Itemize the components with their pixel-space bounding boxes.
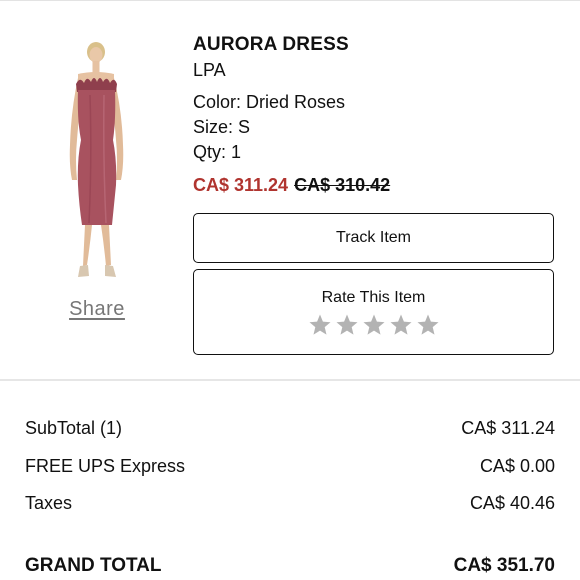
original-price: CA$ 310.42 [294,175,391,195]
summary-label: Taxes [25,493,73,513]
summary-row-taxes: Taxes CA$ 40.46 [25,490,555,528]
share-link[interactable]: Share [62,298,132,321]
order-summary: SubTotal (1) CA$ 311.24 FREE UPS Express… [25,415,555,528]
star-icon[interactable] [362,313,386,337]
summary-value: CA$ 40.46 [469,493,555,513]
star-icon[interactable] [416,313,440,337]
grand-total-label: GRAND TOTAL [25,555,162,576]
star-icon[interactable] [335,313,359,337]
rate-item-label: Rate This Item [321,289,426,306]
star-icon[interactable] [389,313,413,337]
summary-label: FREE UPS Express [25,455,186,476]
order-item-card: Share AURORA DRESS LPA Color: Dried Rose… [0,0,580,380]
summary-row-shipping: FREE UPS Express CA$ 0.00 [25,453,555,491]
product-image[interactable] [56,40,138,285]
summary-value: CA$ 311.24 [461,418,555,438]
product-size: Size: S [193,117,251,137]
price-row: CA$ 311.24 CA$ 310.42 [193,174,563,196]
star-icon[interactable] [308,313,332,337]
product-quantity: Qty: 1 [193,142,242,162]
track-item-button[interactable]: Track Item [193,213,554,263]
rate-item-button[interactable]: Rate This Item [193,269,554,355]
summary-label: SubTotal (1) [25,418,123,438]
star-rating [194,313,553,337]
sale-price: CA$ 311.24 [193,175,289,195]
summary-row-subtotal: SubTotal (1) CA$ 311.24 [25,415,555,453]
grand-total-value: CA$ 351.70 [453,555,555,576]
section-divider [0,379,580,381]
product-brand: LPA [193,60,226,80]
product-name[interactable]: AURORA DRESS [193,34,563,56]
summary-value: CA$ 0.00 [479,455,555,476]
item-details: AURORA DRESS LPA Color: Dried Roses Size… [193,34,563,196]
grand-total-row: GRAND TOTAL CA$ 351.70 [25,553,555,579]
product-color: Color: Dried Roses [193,92,346,112]
